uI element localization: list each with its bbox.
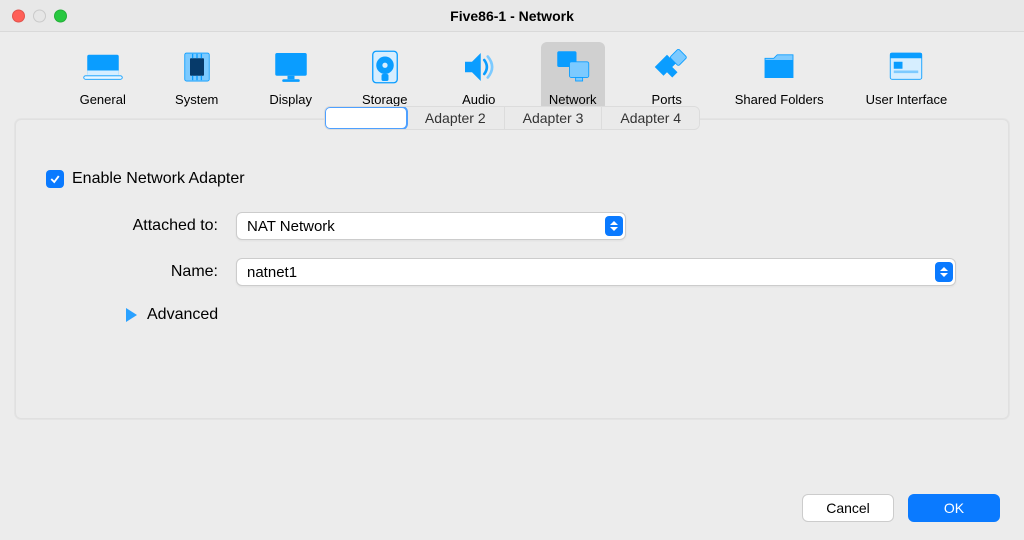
adapter-tab-3[interactable]: Adapter 3 — [505, 107, 603, 129]
advanced-label: Advanced — [147, 306, 218, 324]
toolbar-label: User Interface — [866, 92, 948, 107]
toolbar-label: Network — [549, 92, 597, 107]
toolbar-item-shared-folders[interactable]: Shared Folders — [729, 42, 830, 111]
window-title: Five86-1 - Network — [12, 8, 1012, 24]
enable-adapter-label: Enable Network Adapter — [72, 170, 245, 188]
toolbar-item-system[interactable]: System — [165, 42, 229, 111]
toolbar-label: Storage — [362, 92, 408, 107]
minimize-window-icon — [33, 9, 46, 22]
toolbar-item-network[interactable]: Network — [541, 42, 605, 111]
toolbar-label: System — [175, 92, 218, 107]
cancel-button[interactable]: Cancel — [802, 494, 894, 522]
toolbar-label: Shared Folders — [735, 92, 824, 107]
toolbar-label: Ports — [652, 92, 682, 107]
toolbar-label: General — [80, 92, 126, 107]
toolbar-item-audio[interactable]: Audio — [447, 42, 511, 111]
window-controls — [12, 9, 67, 22]
attached-to-value: NAT Network — [247, 218, 605, 235]
toolbar-item-general[interactable]: General — [71, 42, 135, 111]
attached-to-select[interactable]: NAT Network — [236, 212, 626, 240]
network-icon — [549, 46, 597, 88]
user-interface-icon — [882, 46, 930, 88]
network-settings-panel: Adapter 2 Adapter 3 Adapter 4 Enable Net… — [15, 119, 1009, 419]
adapter-tab-1[interactable] — [324, 106, 408, 130]
close-window-icon[interactable] — [12, 9, 25, 22]
adapter-tabs: Adapter 2 Adapter 3 Adapter 4 — [324, 106, 700, 130]
toolbar-label: Display — [269, 92, 312, 107]
storage-icon — [361, 46, 409, 88]
attached-to-label: Attached to: — [66, 217, 236, 235]
system-icon — [173, 46, 221, 88]
disclosure-triangle-icon — [126, 308, 137, 322]
zoom-window-icon[interactable] — [54, 9, 67, 22]
ports-icon — [643, 46, 691, 88]
name-value: natnet1 — [247, 264, 935, 281]
toolbar-item-user-interface[interactable]: User Interface — [860, 42, 954, 111]
dialog-footer: Cancel OK — [802, 494, 1000, 522]
adapter-tab-4[interactable]: Adapter 4 — [602, 107, 699, 129]
toolbar-label: Audio — [462, 92, 495, 107]
dropdown-icon — [935, 262, 953, 282]
name-label: Name: — [66, 263, 236, 281]
toolbar-item-storage[interactable]: Storage — [353, 42, 417, 111]
ok-button[interactable]: OK — [908, 494, 1000, 522]
display-icon — [267, 46, 315, 88]
titlebar: Five86-1 - Network — [0, 0, 1024, 32]
name-select[interactable]: natnet1 — [236, 258, 956, 286]
shared-folders-icon — [755, 46, 803, 88]
dropdown-icon — [605, 216, 623, 236]
toolbar-item-ports[interactable]: Ports — [635, 42, 699, 111]
advanced-disclosure[interactable]: Advanced — [126, 306, 978, 324]
adapter-tab-2[interactable]: Adapter 2 — [407, 107, 505, 129]
enable-adapter-checkbox[interactable] — [46, 170, 64, 188]
adapter-form: Enable Network Adapter Attached to: NAT … — [16, 130, 1008, 364]
general-icon — [79, 46, 127, 88]
toolbar-item-display[interactable]: Display — [259, 42, 323, 111]
audio-icon — [455, 46, 503, 88]
